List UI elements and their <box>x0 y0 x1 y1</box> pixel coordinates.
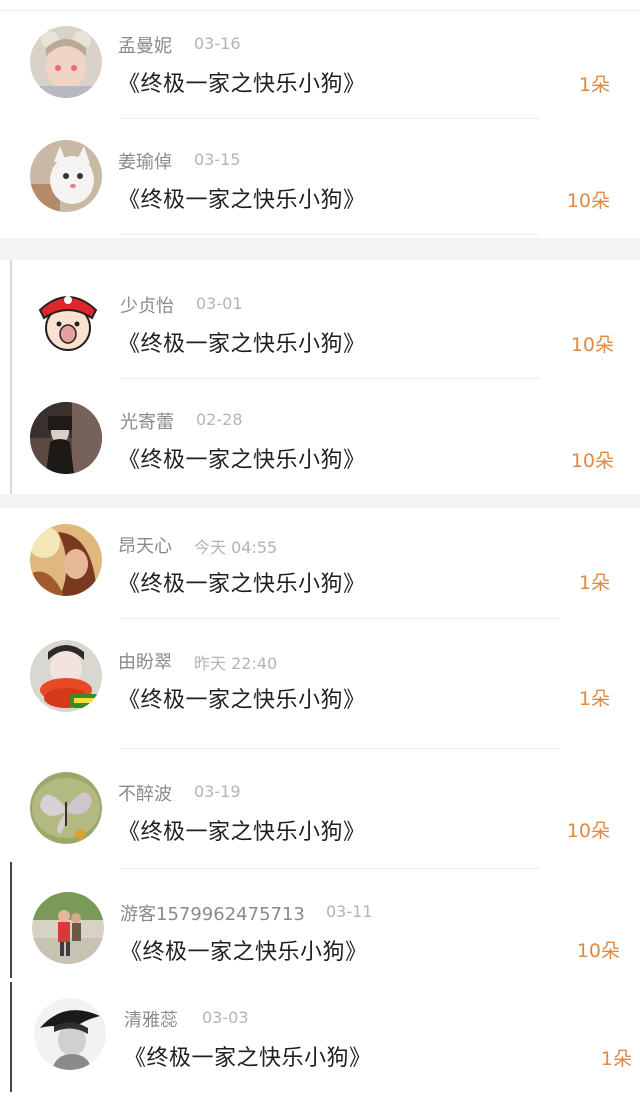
gift-title: 《终极一家之快乐小狗》 <box>124 1046 372 1071</box>
gift-title: 《终极一家之快乐小狗》 <box>118 188 366 213</box>
list-item[interactable]: 昂天心 今天 04:55 《终极一家之快乐小狗》 1朵 <box>0 512 640 628</box>
butterfly-avatar[interactable] <box>30 772 102 844</box>
sender-name[interactable]: 孟曼妮 <box>118 32 172 58</box>
sender-name[interactable]: 清雅蕊 <box>124 1006 178 1032</box>
boy-with-bear-ears-avatar[interactable] <box>30 26 102 98</box>
white-cat-avatar[interactable] <box>30 140 102 212</box>
flower-count: 1朵 <box>578 572 610 594</box>
send-time: 03-16 <box>194 34 241 53</box>
send-time: 02-28 <box>196 410 243 429</box>
send-time: 03-19 <box>194 782 241 801</box>
sender-name[interactable]: 不醉波 <box>118 780 172 806</box>
monochrome-portrait-avatar[interactable] <box>34 998 106 1070</box>
gift-title: 《终极一家之快乐小狗》 <box>118 332 366 357</box>
dark-figure-avatar[interactable] <box>30 402 102 474</box>
list-item[interactable]: 不醉波 03-19 《终极一家之快乐小狗》 10朵 <box>0 760 640 876</box>
list-item[interactable]: 孟曼妮 03-16 《终极一家之快乐小狗》 1朵 <box>0 12 640 128</box>
gift-title: 《终极一家之快乐小狗》 <box>118 572 366 597</box>
send-time: 03-01 <box>196 294 243 313</box>
sender-name[interactable]: 昂天心 <box>118 532 172 558</box>
send-time: 03-03 <box>202 1008 249 1027</box>
flower-count: 10朵 <box>566 820 610 842</box>
send-time: 03-15 <box>194 150 241 169</box>
gift-record-list: 孟曼妮 03-16 《终极一家之快乐小狗》 1朵 姜瑜倬 03-15 《终极一家… <box>0 0 640 1099</box>
send-time: 昨天 22:40 <box>194 654 278 673</box>
flower-count: 10朵 <box>576 940 620 962</box>
send-time: 今天 04:55 <box>194 538 278 557</box>
row-divider <box>120 748 560 749</box>
top-divider <box>0 10 640 11</box>
sender-name[interactable]: 由盼翠 <box>118 648 172 674</box>
cartoon-bandana-kid-avatar[interactable] <box>32 284 104 356</box>
sender-name[interactable]: 姜瑜倬 <box>118 148 172 174</box>
sender-name[interactable]: 游客1579962475713 <box>120 900 305 926</box>
flower-count: 10朵 <box>570 334 614 356</box>
gift-title: 《终极一家之快乐小狗》 <box>118 72 366 97</box>
flower-count: 1朵 <box>600 1048 632 1070</box>
girl-warm-light-avatar[interactable] <box>30 524 102 596</box>
list-item[interactable]: 少贞怡 03-01 《终极一家之快乐小狗》 10朵 <box>0 272 640 388</box>
gift-title: 《终极一家之快乐小狗》 <box>118 688 366 713</box>
list-item[interactable]: 光寄蕾 02-28 《终极一家之快乐小狗》 10朵 <box>0 388 640 504</box>
gift-title: 《终极一家之快乐小狗》 <box>118 820 366 845</box>
sender-name[interactable]: 少贞怡 <box>120 292 174 318</box>
girl-red-scarf-avatar[interactable] <box>30 640 102 712</box>
flower-count: 1朵 <box>578 688 610 710</box>
flower-count: 10朵 <box>566 190 610 212</box>
list-item[interactable]: 由盼翠 昨天 22:40 《终极一家之快乐小狗》 1朵 <box>0 628 640 744</box>
gift-title: 《终极一家之快乐小狗》 <box>118 448 366 473</box>
send-time: 03-11 <box>326 902 373 921</box>
flower-count: 1朵 <box>578 74 610 96</box>
list-item[interactable]: 清雅蕊 03-03 《终极一家之快乐小狗》 1朵 <box>0 984 640 1099</box>
list-item[interactable]: 姜瑜倬 03-15 《终极一家之快乐小狗》 10朵 <box>0 128 640 244</box>
list-item[interactable]: 游客1579962475713 03-11 《终极一家之快乐小狗》 10朵 <box>0 878 640 994</box>
couple-outdoors-avatar[interactable] <box>32 892 104 964</box>
sender-name[interactable]: 光寄蕾 <box>120 408 174 434</box>
gift-title: 《终极一家之快乐小狗》 <box>120 940 368 965</box>
flower-count: 10朵 <box>570 450 614 472</box>
